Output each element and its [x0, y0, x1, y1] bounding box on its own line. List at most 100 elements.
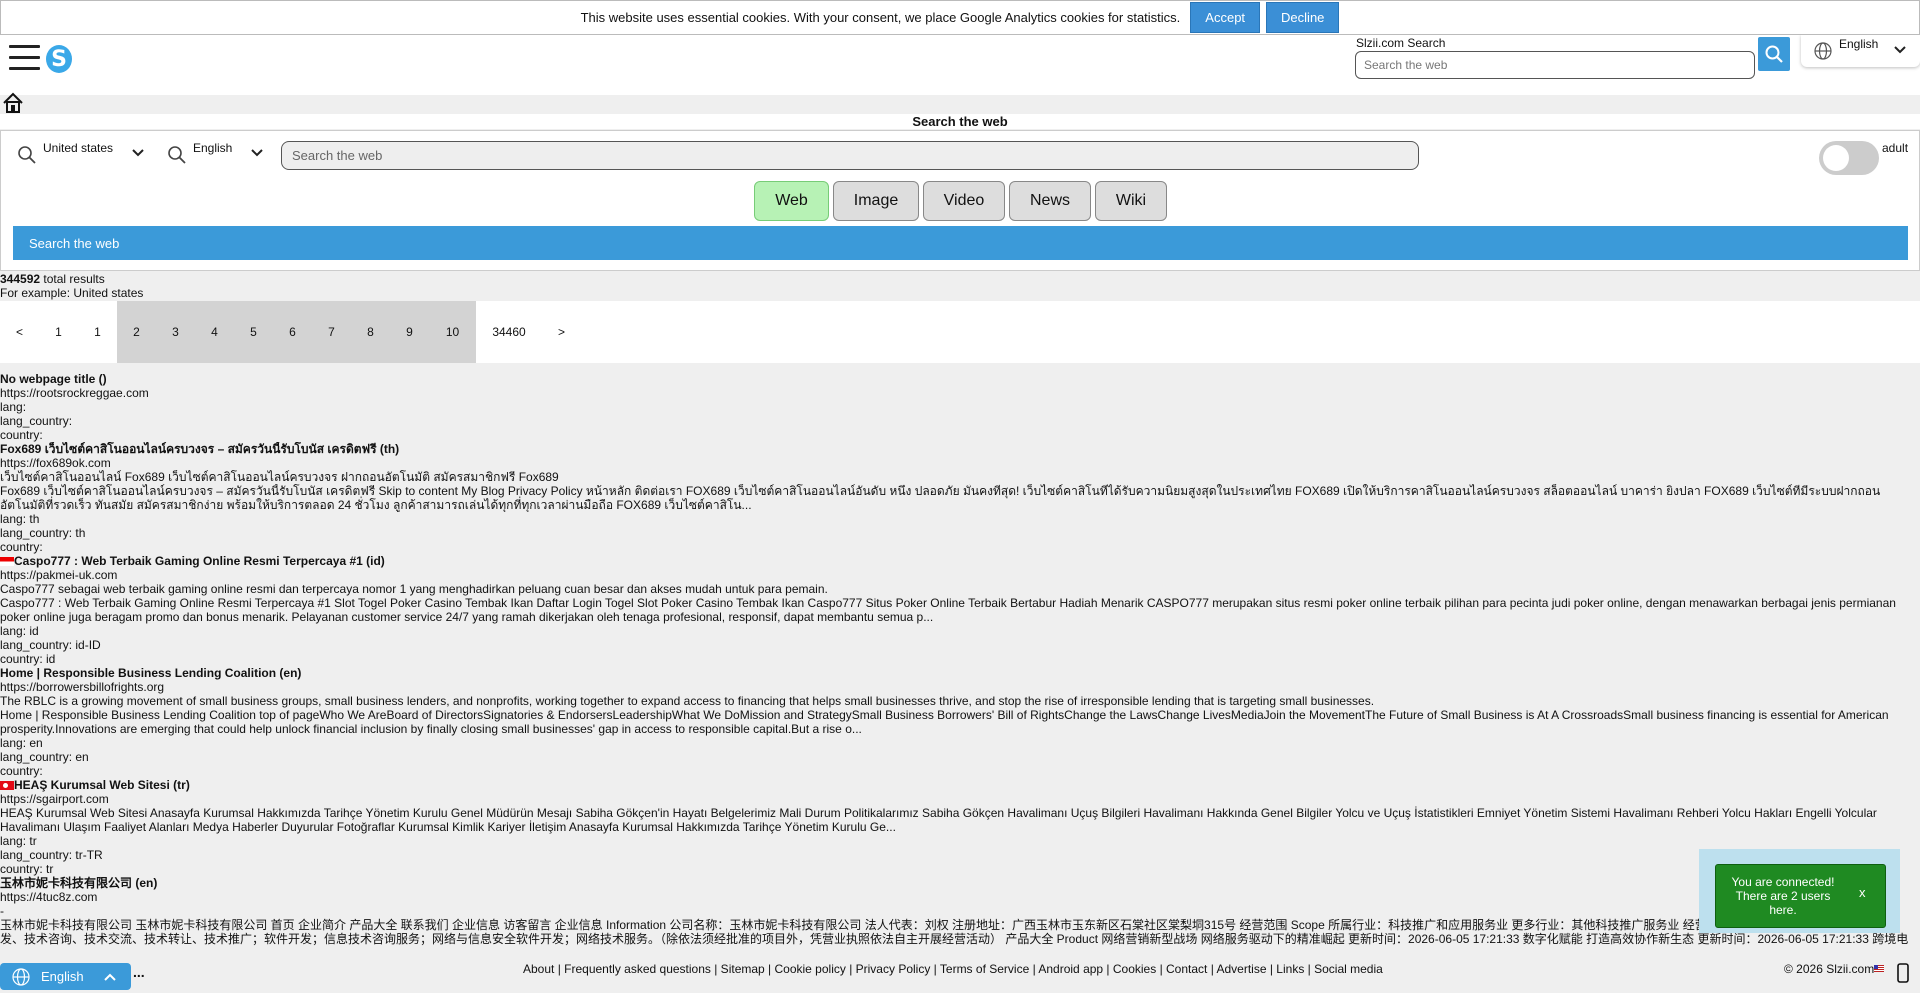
- copyright: © 2026 Slzii.com: [1784, 962, 1885, 976]
- country-label: United states: [43, 141, 114, 155]
- toast-message: You are connected! There are 2 users her…: [1731, 875, 1835, 917]
- result-title[interactable]: Fox689 เว็บไซต์คาสิโนออนไลน์ครบวงจร – สม…: [0, 442, 1920, 456]
- result-url[interactable]: https://fox689ok.com: [0, 456, 1920, 470]
- result-url[interactable]: https://pakmei-uk.com: [0, 568, 1920, 582]
- result-item: Home | Responsible Business Lending Coal…: [0, 666, 1920, 778]
- us-flag-icon: [1874, 965, 1885, 972]
- tab-image[interactable]: Image: [833, 181, 919, 221]
- result-snippet: Caspo777 sebagai web terbaik gaming onli…: [0, 582, 828, 596]
- result-url[interactable]: https://sgairport.com: [0, 792, 1920, 806]
- top-header: S Slzii.com Search Search the web Englis…: [0, 35, 1920, 95]
- result-country: country: tr: [0, 862, 54, 876]
- result-item: Fox689 เว็บไซต์คาสิโนออนไลน์ครบวงจร – สม…: [0, 442, 1920, 554]
- result-lang-country: lang_country: en: [0, 750, 89, 764]
- accept-cookies-button[interactable]: Accept: [1190, 2, 1261, 33]
- search-icon[interactable]: [1758, 37, 1790, 71]
- main-search-input[interactable]: Search the web: [281, 141, 1419, 170]
- result-title-text: Caspo777 : Web Terbaik Gaming Online Res…: [14, 554, 385, 568]
- result-item: Caspo777 : Web Terbaik Gaming Online Res…: [0, 554, 1920, 666]
- result-lang: lang: th: [0, 512, 40, 526]
- more-options[interactable]: ...: [133, 964, 145, 980]
- total-results: 344592 total results: [0, 272, 105, 286]
- result-lang-country: lang_country:: [0, 414, 73, 428]
- result-lang-country: lang_country: tr-TR: [0, 848, 103, 862]
- decline-cookies-button[interactable]: Decline: [1266, 2, 1340, 33]
- result-dash: -: [0, 904, 4, 918]
- result-country: country:: [0, 764, 43, 778]
- result-title[interactable]: No webpage title (): [0, 372, 1920, 386]
- result-description: Caspo777 : Web Terbaik Gaming Online Res…: [0, 596, 1896, 624]
- footer-links[interactable]: About | Frequently asked questions | Sit…: [523, 962, 1383, 976]
- prev-page[interactable]: <: [0, 301, 39, 363]
- result-description: Fox689 เว็บไซต์คาสิโนออนไลน์ครบวงจร – สม…: [0, 484, 1881, 512]
- result-url[interactable]: https://rootsrockreggae.com: [0, 386, 1920, 400]
- result-title[interactable]: HEAŞ Kurumsal Web Sitesi (tr): [0, 778, 1920, 792]
- close-toast-button[interactable]: x: [1859, 885, 1866, 900]
- result-title[interactable]: Home | Responsible Business Lending Coal…: [0, 666, 1920, 680]
- next-page[interactable]: >: [542, 301, 581, 363]
- search-panel: United states English Search the web adu…: [0, 130, 1920, 271]
- page-link[interactable]: 7: [312, 301, 351, 363]
- menu-icon[interactable]: [9, 45, 40, 71]
- cookie-text: This website uses essential cookies. Wit…: [580, 10, 1181, 25]
- footer: About | Frequently asked questions | Sit…: [0, 962, 1920, 982]
- indonesia-flag-icon: [0, 557, 14, 566]
- result-snippet: The RBLC is a growing movement of small …: [0, 694, 1375, 708]
- search-icon: [168, 146, 186, 164]
- result-item: HEAŞ Kurumsal Web Sitesi (tr) https://sg…: [0, 778, 1920, 876]
- tab-news[interactable]: News: [1009, 181, 1091, 221]
- result-lang: lang: en: [0, 736, 43, 750]
- home-icon[interactable]: [2, 92, 24, 114]
- page-link[interactable]: 5: [234, 301, 273, 363]
- search-type-tabs: Web Image Video News Wiki: [754, 181, 1167, 221]
- result-item: No webpage title () https://rootsrockreg…: [0, 372, 1920, 442]
- page-link[interactable]: 10: [429, 301, 476, 363]
- result-url[interactable]: https://4tuc8z.com: [0, 890, 1920, 904]
- result-lang-country: lang_country: th: [0, 526, 86, 540]
- page-link[interactable]: 1: [39, 301, 78, 363]
- page-link[interactable]: 8: [351, 301, 390, 363]
- page-link[interactable]: 4: [195, 301, 234, 363]
- result-description: 玉林市妮卡科技有限公司 玉林市妮卡科技有限公司 首页 企业简介 产品大全 联系我…: [0, 918, 1909, 946]
- page-link[interactable]: 3: [156, 301, 195, 363]
- result-title[interactable]: Caspo777 : Web Terbaik Gaming Online Res…: [0, 554, 1920, 568]
- result-snippet: เว็บไซต์คาสิโนออนไลน์ Fox689 เว็บไซต์คาส…: [0, 470, 559, 484]
- chevron-down-icon: [251, 149, 263, 157]
- adult-toggle[interactable]: [1819, 141, 1879, 175]
- connection-toast: You are connected! There are 2 users her…: [1715, 864, 1886, 928]
- header-language-select[interactable]: English: [1801, 35, 1920, 67]
- results-list: No webpage title () https://rootsrockreg…: [0, 372, 1920, 946]
- copyright-text: © 2026 Slzii.com: [1784, 962, 1875, 976]
- tab-video[interactable]: Video: [923, 181, 1005, 221]
- total-count: 344592: [0, 272, 41, 286]
- language-widget[interactable]: English: [0, 963, 131, 990]
- page-link[interactable]: 2: [117, 301, 156, 363]
- country-select[interactable]: United states: [17, 141, 147, 165]
- globe-icon: [1814, 42, 1832, 60]
- adult-label: adult: [1882, 141, 1909, 155]
- example-text: For example: United states: [0, 286, 144, 300]
- result-title[interactable]: 玉林市妮卡科技有限公司 (en): [0, 876, 1920, 890]
- language-label: English: [193, 141, 233, 155]
- search-submit-button[interactable]: Search the web: [13, 226, 1908, 260]
- panel-title: Search the web: [0, 114, 1920, 129]
- tab-web[interactable]: Web: [754, 181, 829, 221]
- slzii-logo[interactable]: S: [46, 45, 72, 73]
- page-link[interactable]: 1: [78, 301, 117, 363]
- last-page[interactable]: 34460: [476, 301, 542, 363]
- result-country: country:: [0, 540, 43, 554]
- result-url[interactable]: https://borrowersbillofrights.org: [0, 680, 1920, 694]
- result-item: 玉林市妮卡科技有限公司 (en) https://4tuc8z.com - 玉林…: [0, 876, 1920, 946]
- chevron-down-icon: [1894, 46, 1907, 54]
- mobile-phone-icon[interactable]: [1897, 963, 1909, 983]
- tab-wiki[interactable]: Wiki: [1095, 181, 1167, 221]
- result-lang: lang: id: [0, 624, 39, 638]
- chevron-up-icon: [103, 973, 116, 981]
- header-search-input[interactable]: Search the web: [1355, 51, 1755, 79]
- page-link[interactable]: 6: [273, 301, 312, 363]
- pagination: < 1 1 2 3 4 5 6 7 8 9 10 34460 >: [0, 301, 1920, 363]
- page-link[interactable]: 9: [390, 301, 429, 363]
- chevron-down-icon: [132, 149, 144, 157]
- language-select[interactable]: English: [167, 141, 267, 165]
- result-lang: lang: tr: [0, 834, 37, 848]
